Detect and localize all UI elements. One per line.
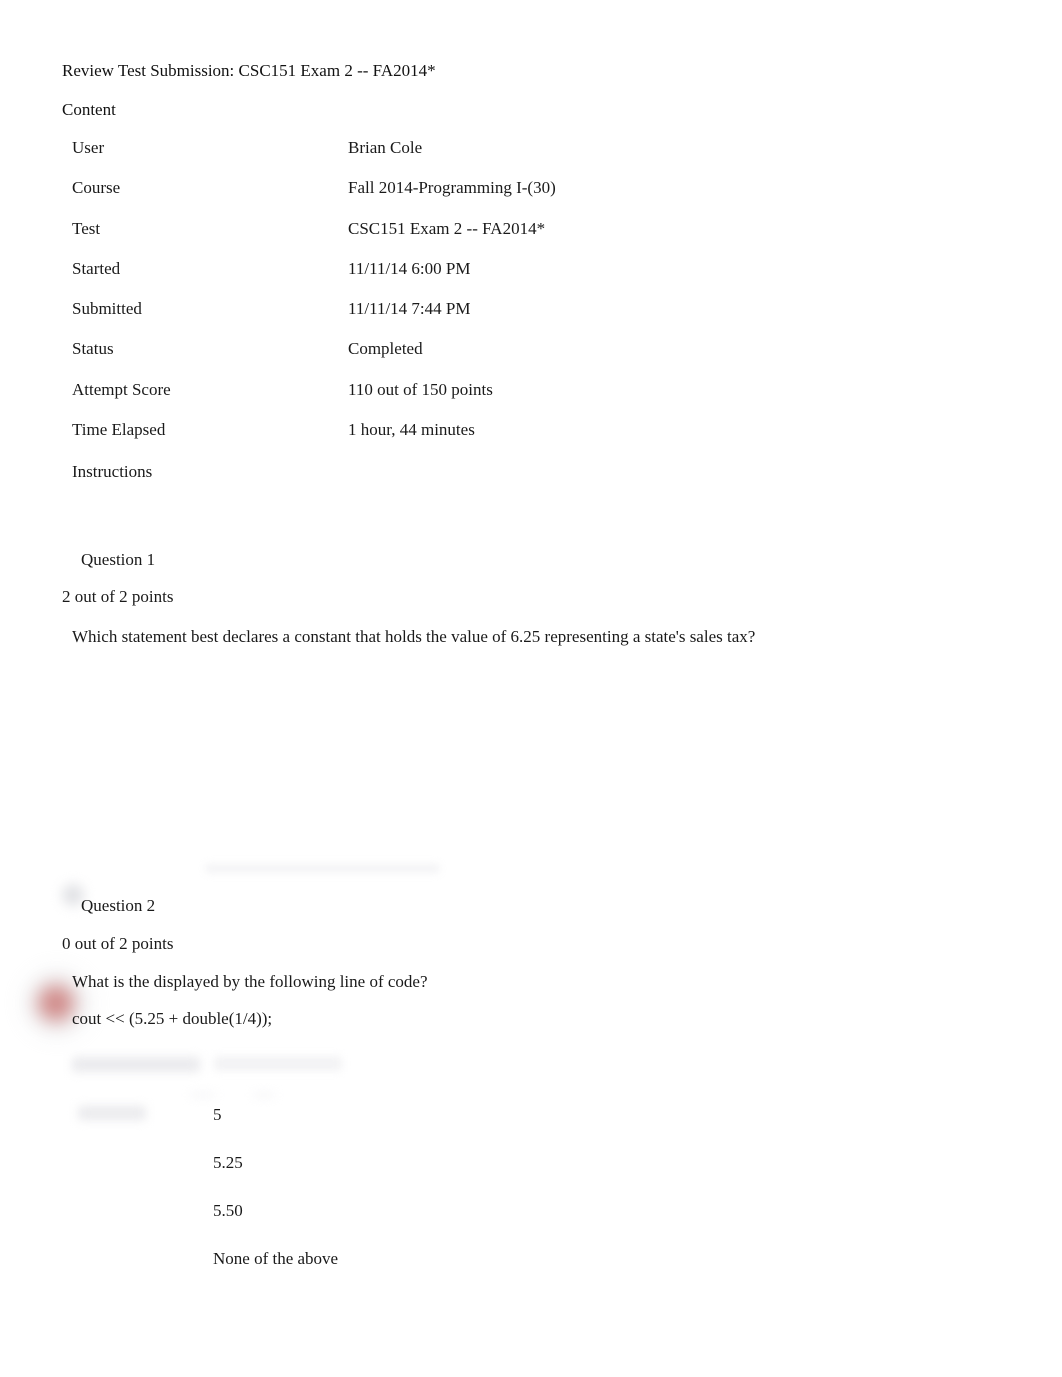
table-row: User Brian Cole (72, 138, 772, 178)
question-1-header: Question 1 (81, 550, 156, 569)
meta-value-attempt-score: 110 out of 150 points (348, 379, 493, 399)
meta-value-time-elapsed: 1 hour, 44 minutes (348, 420, 475, 440)
meta-value-started: 11/11/14 6:00 PM (348, 258, 471, 278)
answer-option: None of the above (213, 1249, 339, 1268)
meta-value-test: CSC151 Exam 2 -- FA2014* (348, 218, 546, 238)
answer-option: 5 (213, 1105, 222, 1124)
table-row: Test CSC151 Exam 2 -- FA2014* (72, 219, 772, 259)
redacted-selected-answer-value (214, 1056, 342, 1071)
table-row: Started 11/11/14 6:00 PM (72, 259, 772, 299)
question-1-text: Which statement best declares a constant… (72, 627, 756, 646)
table-row: Submitted 11/11/14 7:44 PM (72, 299, 772, 339)
table-row: Time Elapsed 1 hour, 44 minutes (72, 420, 772, 460)
question-2-points: 0 out of 2 points (62, 934, 174, 953)
meta-label-course: Course (72, 178, 121, 198)
question-1-points: 2 out of 2 points (62, 587, 174, 606)
meta-label-attempt-score: Attempt Score (72, 379, 171, 399)
meta-label-user: User (72, 138, 105, 157)
table-row: Attempt Score 110 out of 150 points (72, 380, 772, 420)
meta-label-started: Started (72, 258, 121, 278)
redacted-answer-strip (205, 864, 440, 873)
instructions-label: Instructions (72, 462, 153, 481)
incorrect-marker-icon (38, 985, 74, 1021)
redaction-smudge-right (253, 1092, 275, 1098)
meta-label-time-elapsed: Time Elapsed (72, 420, 166, 440)
table-row: Course Fall 2014-Programming I-(30) (72, 178, 772, 218)
meta-label-submitted: Submitted (72, 299, 142, 319)
question-2-header: Question 2 (81, 896, 156, 915)
redacted-answers-label (78, 1106, 146, 1120)
content-heading: Content (62, 100, 116, 119)
question-2-text: What is the displayed by the following l… (72, 972, 428, 991)
question-2-code: cout << (5.25 + double(1/4)); (72, 1009, 273, 1028)
status-badge: Completed (348, 339, 423, 359)
answer-option: 5.50 (213, 1201, 243, 1220)
meta-label-test: Test (72, 218, 101, 238)
document-page: Review Test Submission: CSC151 Exam 2 --… (0, 0, 1062, 1377)
answer-option: 5.25 (213, 1153, 243, 1172)
redacted-selected-answer-label (72, 1057, 200, 1072)
meta-value-submitted: 11/11/14 7:44 PM (348, 299, 471, 319)
meta-value-course: Fall 2014-Programming I-(30) (348, 178, 556, 198)
submission-metadata-table: User Brian Cole Course Fall 2014-Program… (72, 138, 772, 460)
table-row: Status Completed (72, 339, 772, 379)
meta-label-status: Status (72, 339, 114, 359)
page-title: Review Test Submission: CSC151 Exam 2 --… (62, 61, 436, 80)
redaction-smudge-left (190, 1092, 216, 1098)
meta-value-user: Brian Cole (348, 138, 423, 157)
